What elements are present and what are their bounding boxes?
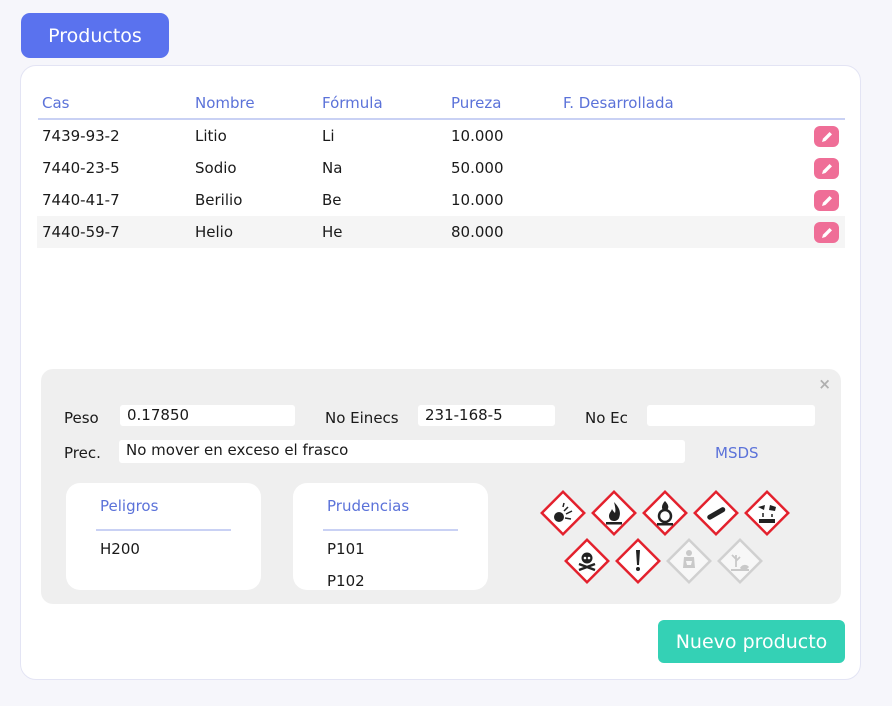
oxidizing-icon[interactable]: [641, 489, 689, 537]
ec-field[interactable]: [647, 405, 815, 426]
cell-pureza: 10.000: [451, 127, 504, 145]
column-header-cas[interactable]: Cas: [42, 94, 69, 112]
edit-button[interactable]: [814, 190, 839, 211]
prudencias-header: Prudencias: [323, 497, 458, 531]
prec-label: Prec.: [64, 444, 101, 462]
ec-label: No Ec: [585, 409, 628, 427]
einecs-field[interactable]: 231-168-5: [418, 405, 555, 426]
table-header: Cas Nombre Fórmula Pureza F. Desarrollad…: [38, 76, 845, 120]
column-header-formula[interactable]: Fórmula: [322, 94, 383, 112]
table-row[interactable]: 7440-41-7 Berilio Be 10.000: [37, 184, 845, 216]
peligros-title: Peligros: [100, 497, 159, 515]
cell-nombre: Helio: [195, 223, 234, 241]
cell-formula: Be: [322, 191, 342, 209]
cell-cas: 7440-41-7: [42, 191, 120, 209]
edit-button[interactable]: [814, 126, 839, 147]
prudencias-title: Prudencias: [327, 497, 410, 515]
page-title-button[interactable]: Productos: [21, 13, 169, 58]
msds-link[interactable]: MSDS: [715, 444, 759, 462]
table-row[interactable]: 7440-59-7 Helio He 80.000: [37, 216, 845, 248]
explosive-icon[interactable]: [539, 489, 587, 537]
corrosive-icon[interactable]: [743, 489, 791, 537]
column-header-f-desarrollada[interactable]: F. Desarrollada: [563, 94, 674, 112]
cell-pureza: 10.000: [451, 191, 504, 209]
prudencia-item: P101: [327, 540, 365, 558]
peligros-header: Peligros: [96, 497, 231, 531]
pencil-icon: [821, 163, 832, 174]
close-icon[interactable]: ×: [818, 375, 831, 393]
environment-icon[interactable]: [716, 537, 764, 585]
health-hazard-icon[interactable]: [665, 537, 713, 585]
pencil-icon: [821, 195, 832, 206]
pencil-icon: [821, 227, 832, 238]
prudencias-box: Prudencias P101 P102: [293, 483, 488, 590]
edit-button[interactable]: [814, 222, 839, 243]
prec-field[interactable]: No mover en exceso el frasco: [119, 440, 685, 463]
cell-cas: 7439-93-2: [42, 127, 120, 145]
gas-cylinder-icon[interactable]: [692, 489, 740, 537]
products-card: Cas Nombre Fórmula Pureza F. Desarrollad…: [20, 65, 861, 680]
cell-cas: 7440-59-7: [42, 223, 120, 241]
cell-formula: He: [322, 223, 343, 241]
cell-formula: Li: [322, 127, 335, 145]
cell-formula: Na: [322, 159, 343, 177]
peso-field[interactable]: 0.17850: [120, 405, 295, 426]
peligro-item: H200: [100, 540, 140, 558]
pencil-icon: [821, 131, 832, 142]
column-header-pureza[interactable]: Pureza: [451, 94, 501, 112]
new-product-button[interactable]: Nuevo producto: [658, 620, 845, 663]
exclamation-icon[interactable]: [614, 537, 662, 585]
skull-crossbones-icon[interactable]: [563, 537, 611, 585]
peligros-box: Peligros H200: [66, 483, 261, 590]
cell-cas: 7440-23-5: [42, 159, 120, 177]
cell-pureza: 80.000: [451, 223, 504, 241]
einecs-label: No Einecs: [325, 409, 399, 427]
cell-nombre: Sodio: [195, 159, 237, 177]
cell-nombre: Berilio: [195, 191, 243, 209]
edit-button[interactable]: [814, 158, 839, 179]
peso-label: Peso: [64, 409, 99, 427]
flammable-icon[interactable]: [590, 489, 638, 537]
cell-nombre: Litio: [195, 127, 227, 145]
prudencia-item: P102: [327, 572, 365, 590]
cell-pureza: 50.000: [451, 159, 504, 177]
table-row[interactable]: 7439-93-2 Litio Li 10.000: [37, 120, 845, 152]
table-row[interactable]: 7440-23-5 Sodio Na 50.000: [37, 152, 845, 184]
product-detail-panel: × Peso 0.17850 No Einecs 231-168-5 No Ec…: [41, 369, 841, 604]
column-header-nombre[interactable]: Nombre: [195, 94, 255, 112]
